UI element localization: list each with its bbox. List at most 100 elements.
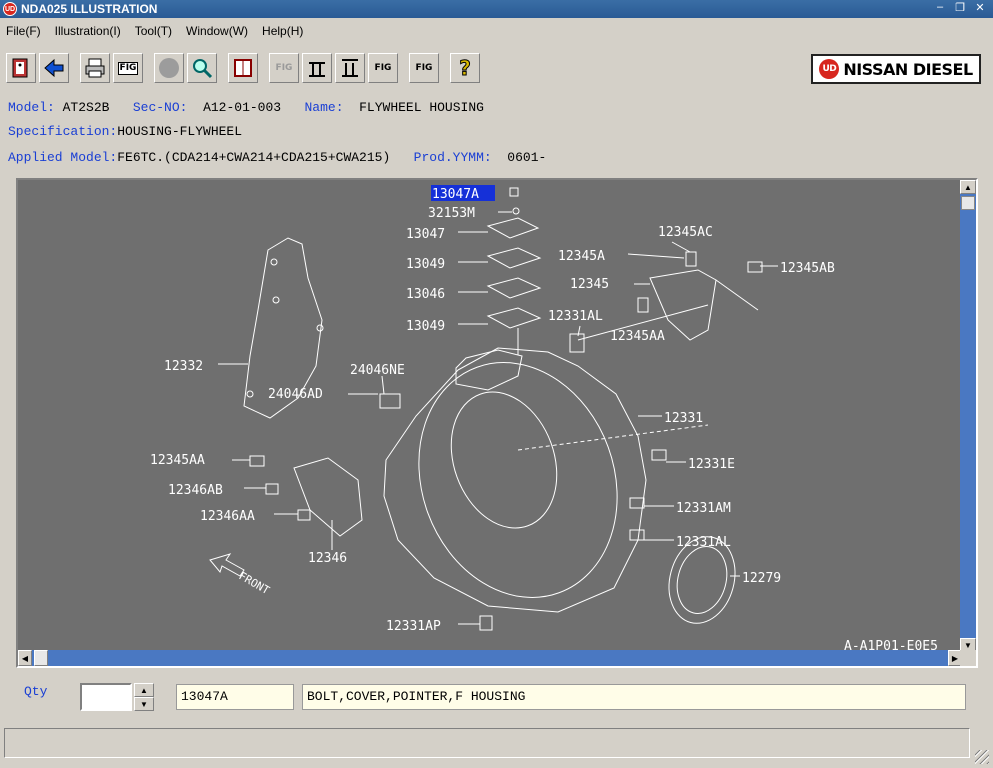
first-page-button[interactable] xyxy=(302,53,332,83)
horizontal-scrollbar[interactable]: ◀ ▶ xyxy=(18,650,962,666)
title-bar: UD NDA025 ILLUSTRATION – ❐ ✕ xyxy=(0,0,993,18)
menu-bar: File(F) Illustration(I) Tool(T) Window(W… xyxy=(0,18,993,44)
spec-label: Specification: xyxy=(8,124,118,139)
name-value: FLYWHEEL HOUSING xyxy=(359,100,484,115)
part-label-12346AA[interactable]: 12346AA xyxy=(200,509,255,524)
part-label-12346AB[interactable]: 12346AB xyxy=(168,483,223,498)
applied-value: FE6TC.(CDA214+CWA214+CDA215+CWA215) xyxy=(117,150,391,165)
model-value: AT2S2B xyxy=(62,100,110,115)
exit-door-icon xyxy=(12,58,28,78)
part-label-12345[interactable]: 12345 xyxy=(570,277,609,292)
part-label-12279[interactable]: 12279 xyxy=(742,571,781,586)
part-label-12331E[interactable]: 12331E xyxy=(688,457,735,472)
prev-fig-icon: FIG xyxy=(275,63,293,73)
query-fig-icon: FIG xyxy=(415,63,433,73)
prev-fig-button[interactable]: FIG xyxy=(269,53,299,83)
part-label-24046NE[interactable]: 24046NE xyxy=(350,363,405,378)
qty-decrement-button[interactable]: ▼ xyxy=(134,697,154,711)
part-label-13046[interactable]: 13046 xyxy=(406,287,445,302)
menu-window[interactable]: Window(W) xyxy=(186,24,248,38)
part-label-12345AA-right[interactable]: 12345AA xyxy=(610,329,665,344)
qty-input[interactable] xyxy=(80,683,132,711)
part-label-32153M[interactable]: 32153M xyxy=(428,206,475,221)
part-label-12346[interactable]: 12346 xyxy=(308,551,347,566)
magnifier-icon xyxy=(193,59,213,79)
part-label-12345AB[interactable]: 12345AB xyxy=(780,261,835,276)
front-direction-label: FRONT xyxy=(237,569,273,597)
vertical-scroll-thumb[interactable] xyxy=(961,196,975,210)
secno-label: Sec-NO: xyxy=(132,100,188,115)
menu-help[interactable]: Help(H) xyxy=(262,24,303,38)
last-page-button[interactable] xyxy=(335,53,365,83)
illustration-panel: 13047A 32153M 13047 13049 13046 13049 12… xyxy=(16,178,978,668)
part-label-12345AC[interactable]: 12345AC xyxy=(658,225,713,240)
book-icon xyxy=(234,59,252,77)
status-bar xyxy=(4,728,970,758)
secno-value: A12-01-003 xyxy=(203,100,282,115)
help-button[interactable]: ? xyxy=(450,53,480,83)
part-label-12345AA-left[interactable]: 12345AA xyxy=(150,453,205,468)
exploded-parts-diagram[interactable]: 13047A 32153M 13047 13049 13046 13049 12… xyxy=(18,180,962,652)
info-line-spec: Specification:HOUSING-FLYWHEEL xyxy=(8,124,242,139)
part-label-12331AP[interactable]: 12331AP xyxy=(386,619,441,634)
part-label-24046AD[interactable]: 24046AD xyxy=(268,387,323,402)
part-label-12345A[interactable]: 12345A xyxy=(558,249,605,264)
prod-value: 0601- xyxy=(507,150,547,165)
search-button[interactable] xyxy=(187,53,217,83)
name-label: Name: xyxy=(304,100,344,115)
exit-button[interactable] xyxy=(6,53,36,83)
fig-icon: FIG xyxy=(117,61,139,75)
qty-spinner[interactable]: ▲ ▼ xyxy=(134,683,154,711)
first-page-icon xyxy=(309,62,325,77)
print-button[interactable] xyxy=(80,53,110,83)
scrollbar-corner xyxy=(960,650,976,666)
stop-button[interactable] xyxy=(154,53,184,83)
vertical-scrollbar[interactable]: ▲ ▼ xyxy=(960,180,976,652)
part-label-13049-upper[interactable]: 13049 xyxy=(406,257,445,272)
qty-label: Qty xyxy=(24,684,48,699)
part-label-12332[interactable]: 12332 xyxy=(164,359,203,374)
next-fig-button[interactable]: FIG xyxy=(368,53,398,83)
resize-grip-icon[interactable] xyxy=(975,750,989,764)
printer-icon xyxy=(85,58,105,78)
gray-circle-icon xyxy=(159,58,179,78)
part-label-12331[interactable]: 12331 xyxy=(664,411,703,426)
query-fig-button[interactable]: FIG xyxy=(409,53,439,83)
next-fig-icon: FIG xyxy=(374,63,392,73)
part-number-field[interactable]: 13047A xyxy=(176,684,294,710)
part-description-field[interactable]: BOLT,COVER,POINTER,F HOUSING xyxy=(302,684,966,710)
part-details-bar: Qty ▲ ▼ 13047A BOLT,COVER,POINTER,F HOUS… xyxy=(0,676,993,716)
toolbar: FIG FIG FIG FIG ? UD NISSAN DIESEL xyxy=(0,48,993,88)
scroll-left-button[interactable]: ◀ xyxy=(18,650,32,666)
part-label-12331AL-upper[interactable]: 12331AL xyxy=(548,309,603,324)
info-line-model: Model: AT2S2B Sec-NO: A12-01-003 Name: F… xyxy=(8,100,484,115)
minimize-button[interactable]: – xyxy=(933,1,947,14)
window-title: NDA025 ILLUSTRATION xyxy=(21,2,158,16)
model-label: Model: xyxy=(8,100,55,115)
logo-text: NISSAN DIESEL xyxy=(843,59,973,79)
menu-file[interactable]: File(F) xyxy=(6,24,41,38)
last-page-icon xyxy=(342,59,358,77)
question-icon: ? xyxy=(459,56,472,81)
spec-value: HOUSING-FLYWHEEL xyxy=(117,124,243,139)
restore-button[interactable]: ❐ xyxy=(953,1,967,14)
left-arrow-icon xyxy=(44,58,64,78)
book-button[interactable] xyxy=(228,53,258,83)
part-label-13047A[interactable]: 13047A xyxy=(432,187,479,202)
nissan-diesel-app-icon: UD xyxy=(3,2,17,16)
ud-logo-icon: UD xyxy=(819,59,840,79)
part-label-12331AM[interactable]: 12331AM xyxy=(676,501,731,516)
horizontal-scroll-thumb[interactable] xyxy=(34,650,48,666)
fig-button[interactable]: FIG xyxy=(113,53,143,83)
close-button[interactable]: ✕ xyxy=(973,1,987,14)
applied-label: Applied Model: xyxy=(8,150,118,165)
back-button[interactable] xyxy=(39,53,69,83)
part-label-12331AL-lower[interactable]: 12331AL xyxy=(676,535,731,550)
menu-tool[interactable]: Tool(T) xyxy=(135,24,172,38)
qty-increment-button[interactable]: ▲ xyxy=(134,683,154,697)
scroll-up-button[interactable]: ▲ xyxy=(960,180,976,194)
menu-illustration[interactable]: Illustration(I) xyxy=(55,24,121,38)
nissan-diesel-logo: UD NISSAN DIESEL xyxy=(811,54,981,84)
part-label-13049-lower[interactable]: 13049 xyxy=(406,319,445,334)
part-label-13047[interactable]: 13047 xyxy=(406,227,445,242)
